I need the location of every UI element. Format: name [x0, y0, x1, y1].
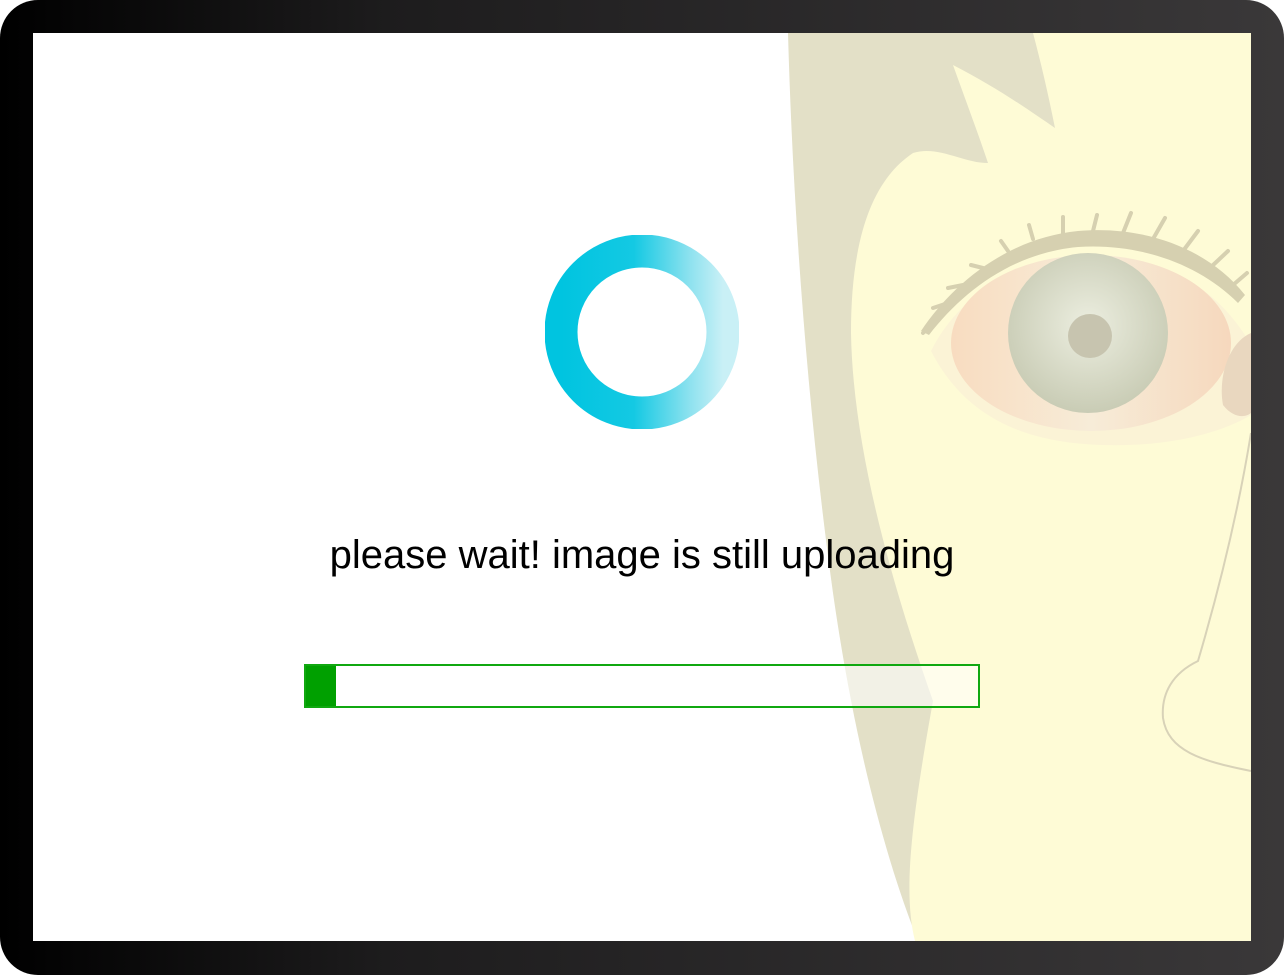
background-face-illustration [788, 33, 1251, 941]
upload-status-message: please wait! image is still uploading [329, 533, 955, 577]
upload-progress-fill [306, 666, 337, 706]
upload-screen: please wait! image is still uploading [33, 33, 1251, 941]
upload-progress-bar [304, 664, 980, 708]
loading-ring-icon [545, 235, 739, 429]
device-frame: please wait! image is still uploading [0, 0, 1284, 975]
